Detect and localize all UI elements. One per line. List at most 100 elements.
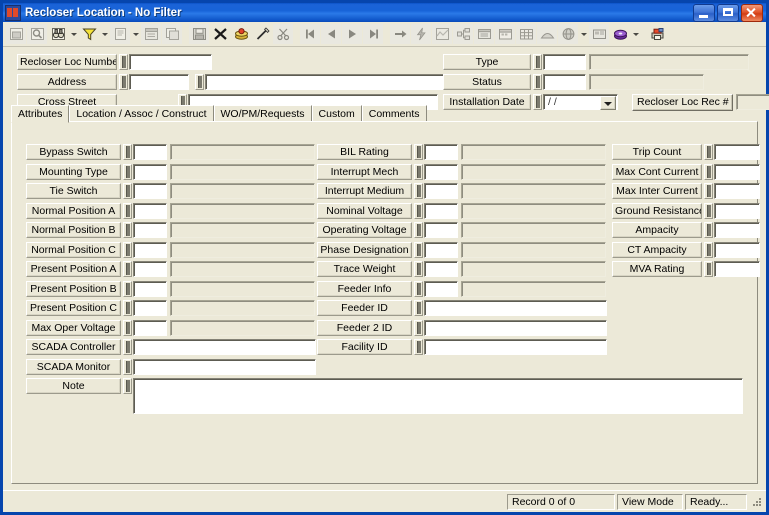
- scada-monitor-lookup-button[interactable]: [123, 358, 132, 375]
- address-street-lookup-button[interactable]: [195, 74, 204, 90]
- mounting-type-input[interactable]: [133, 163, 167, 180]
- present-position-c-lookup-button[interactable]: [123, 300, 132, 316]
- interrupt-medium-input[interactable]: [424, 183, 458, 199]
- recloser-loc-number-input[interactable]: [129, 54, 212, 70]
- scada-controller-lookup-button[interactable]: [123, 339, 132, 355]
- tree-button[interactable]: [453, 24, 473, 44]
- calendar-button[interactable]: [495, 24, 515, 44]
- type-lookup-button[interactable]: [533, 54, 542, 70]
- present-position-a-lookup-button[interactable]: [123, 261, 132, 277]
- new-record-button[interactable]: [231, 24, 251, 44]
- phase-designation-input[interactable]: [424, 241, 458, 258]
- tie-switch-input[interactable]: [133, 183, 167, 199]
- bypass-switch-lookup-button[interactable]: [123, 144, 132, 160]
- close-button[interactable]: [741, 3, 763, 22]
- normal-position-a-lookup-button[interactable]: [123, 202, 132, 219]
- address-street-input[interactable]: [205, 74, 455, 90]
- scada-monitor-input[interactable]: [133, 358, 316, 375]
- nominal-voltage-input[interactable]: [424, 202, 458, 219]
- query-button[interactable]: [27, 24, 47, 44]
- copy-record-button[interactable]: [162, 24, 182, 44]
- attachment-button[interactable]: [610, 24, 630, 44]
- bil-rating-lookup-button[interactable]: [414, 144, 423, 160]
- normal-position-b-lookup-button[interactable]: [123, 222, 132, 238]
- bil-rating-input[interactable]: [424, 144, 458, 160]
- tie-switch-lookup-button[interactable]: [123, 183, 132, 199]
- last-record-button[interactable]: [363, 24, 383, 44]
- address-lookup-button[interactable]: [119, 74, 128, 90]
- globe-button[interactable]: [558, 24, 578, 44]
- filter-button[interactable]: [79, 24, 99, 44]
- grid-button[interactable]: [516, 24, 536, 44]
- present-position-b-input[interactable]: [133, 280, 167, 297]
- tab-wo-pm-requests[interactable]: WO/PM/Requests: [213, 105, 312, 122]
- pipe-button[interactable]: [537, 24, 557, 44]
- save-button[interactable]: [189, 24, 209, 44]
- note-textarea[interactable]: [133, 378, 743, 414]
- max-inter-current-lookup-button[interactable]: [704, 183, 713, 199]
- note-lookup-button[interactable]: [123, 378, 132, 394]
- operating-voltage-input[interactable]: [424, 222, 458, 238]
- previous-record-button[interactable]: [321, 24, 341, 44]
- trip-count-input[interactable]: [714, 144, 760, 160]
- trace-weight-lookup-button[interactable]: [414, 261, 423, 277]
- ampacity-input[interactable]: [714, 222, 760, 238]
- attachment-button-dropdown-arrow[interactable]: [631, 24, 640, 44]
- operating-voltage-lookup-button[interactable]: [414, 222, 423, 238]
- trip-count-lookup-button[interactable]: [704, 144, 713, 160]
- ground-resistance-input[interactable]: [714, 202, 760, 219]
- tab-location-assoc-construct[interactable]: Location / Assoc / Construct: [69, 105, 214, 122]
- card-button[interactable]: [589, 24, 609, 44]
- map-button[interactable]: [432, 24, 452, 44]
- maximize-button[interactable]: [717, 3, 739, 22]
- ground-resistance-lookup-button[interactable]: [704, 202, 713, 219]
- facility-id-lookup-button[interactable]: [414, 339, 423, 355]
- feeder-2-id-input[interactable]: [424, 319, 607, 336]
- max-cont-current-input[interactable]: [714, 163, 760, 180]
- normal-position-c-input[interactable]: [133, 241, 167, 258]
- max-oper-voltage-lookup-button[interactable]: [123, 319, 132, 336]
- minimize-button[interactable]: [693, 3, 715, 22]
- lightning-button[interactable]: [411, 24, 431, 44]
- next-record-button[interactable]: [342, 24, 362, 44]
- status-lookup-button[interactable]: [533, 74, 542, 90]
- find-button[interactable]: [48, 24, 68, 44]
- title-bar[interactable]: Recloser Location - No Filter: [3, 3, 766, 22]
- max-cont-current-lookup-button[interactable]: [704, 163, 713, 180]
- feeder-id-lookup-button[interactable]: [414, 300, 423, 316]
- tab-custom[interactable]: Custom: [311, 105, 362, 122]
- ampacity-lookup-button[interactable]: [704, 222, 713, 238]
- resize-grip[interactable]: [750, 495, 763, 508]
- phase-designation-lookup-button[interactable]: [414, 241, 423, 258]
- trace-weight-input[interactable]: [424, 261, 458, 277]
- globe-button-dropdown-arrow[interactable]: [579, 24, 588, 44]
- type-input[interactable]: [543, 54, 586, 70]
- scada-controller-input[interactable]: [133, 339, 316, 355]
- form-view-button[interactable]: [6, 24, 26, 44]
- ct-ampacity-input[interactable]: [714, 241, 760, 258]
- present-position-a-input[interactable]: [133, 261, 167, 277]
- ct-ampacity-lookup-button[interactable]: [704, 241, 713, 258]
- feeder-2-id-lookup-button[interactable]: [414, 319, 423, 336]
- tab-attributes[interactable]: Attributes: [11, 105, 70, 123]
- filter-button-dropdown-arrow[interactable]: [100, 24, 109, 44]
- normal-position-c-lookup-button[interactable]: [123, 241, 132, 258]
- report-button[interactable]: [110, 24, 130, 44]
- list-button[interactable]: [474, 24, 494, 44]
- report-button-dropdown-arrow[interactable]: [131, 24, 140, 44]
- cut-button[interactable]: [273, 24, 293, 44]
- properties-button[interactable]: [141, 24, 161, 44]
- first-record-button[interactable]: [300, 24, 320, 44]
- mva-rating-lookup-button[interactable]: [704, 261, 713, 277]
- address-input[interactable]: [129, 74, 189, 90]
- facility-id-input[interactable]: [424, 339, 607, 355]
- present-position-b-lookup-button[interactable]: [123, 280, 132, 297]
- normal-position-b-input[interactable]: [133, 222, 167, 238]
- find-button-dropdown-arrow[interactable]: [69, 24, 78, 44]
- present-position-c-input[interactable]: [133, 300, 167, 316]
- edit-button[interactable]: [252, 24, 272, 44]
- status-input[interactable]: [543, 74, 586, 90]
- feeder-info-input[interactable]: [424, 280, 458, 297]
- print-preview-button[interactable]: [647, 24, 667, 44]
- normal-position-a-input[interactable]: [133, 202, 167, 219]
